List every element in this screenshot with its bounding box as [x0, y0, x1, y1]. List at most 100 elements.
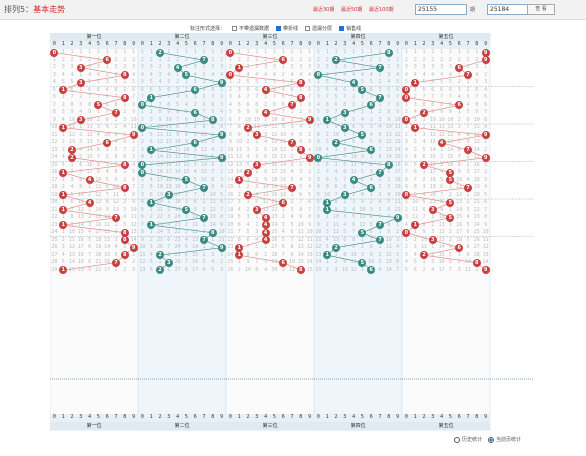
- omission-cell: 7: [378, 146, 382, 153]
- draw-ball: 8: [472, 258, 481, 267]
- omission-cell: 11: [438, 124, 445, 130]
- stat-mode-radio-1[interactable]: [488, 436, 495, 443]
- omission-cell: 4: [378, 199, 382, 205]
- omission-cell: 17: [473, 169, 480, 175]
- omission-cell: 8: [387, 221, 391, 228]
- omission-cell: 14: [86, 146, 93, 153]
- option-checkbox-3[interactable]: [339, 26, 345, 31]
- option-label-1: 带折线: [283, 26, 299, 32]
- footer-digit: 0: [226, 414, 235, 422]
- omission-cell: 3: [360, 154, 364, 160]
- omission-cell: 2: [290, 116, 294, 123]
- option-checkbox-1[interactable]: [276, 26, 282, 31]
- omission-cell: 11: [200, 139, 207, 145]
- omission-cell: 8: [325, 176, 329, 183]
- omission-cell: 1: [378, 101, 382, 108]
- omission-cell: 1: [246, 49, 250, 55]
- omission-cell: 11: [95, 184, 102, 190]
- omission-cell: 2: [466, 56, 470, 63]
- omission-cell: 12: [306, 244, 313, 250]
- omission-cell: 6: [431, 86, 435, 93]
- omission-cell: 3: [193, 131, 197, 138]
- omission-cell: 5: [316, 109, 320, 115]
- stat-mode: 历史统计 当前页统计: [448, 436, 521, 443]
- omission-cell: 2: [484, 146, 488, 153]
- omission-cell: 13: [271, 139, 278, 145]
- omission-cell: 4: [123, 124, 127, 130]
- omission-cell: 14: [394, 146, 401, 153]
- omission-cell: 4: [184, 101, 188, 108]
- omission-cell: 4: [264, 71, 268, 78]
- omission-cell: 3: [167, 214, 171, 220]
- omission-cell: 6: [484, 101, 488, 108]
- omission-cell: 4: [360, 161, 364, 168]
- omission-cell: 3: [343, 146, 347, 153]
- footer-digit: 2: [243, 414, 253, 422]
- omission-cell: 3: [132, 266, 136, 273]
- omission-cell: 3: [378, 86, 382, 93]
- footer-digit: 3: [164, 414, 174, 422]
- omission-cell: 7: [96, 154, 100, 160]
- footer-digit: 4: [437, 414, 446, 422]
- omission-cell: 17: [394, 169, 401, 175]
- omission-cell: 9: [422, 229, 426, 235]
- omission-cell: 4: [105, 169, 109, 175]
- option-checkbox-2[interactable]: [305, 26, 311, 31]
- omission-cell: 3: [404, 64, 408, 70]
- omission-cell: 2: [105, 154, 109, 160]
- omission-cell: 4: [387, 79, 391, 85]
- omission-cell: 12: [112, 199, 119, 205]
- omission-cell: 1: [255, 169, 259, 175]
- omission-cell: 3: [422, 184, 426, 190]
- recent-50-link[interactable]: 最近50期: [341, 6, 362, 13]
- omission-cell: 1: [369, 109, 373, 115]
- omission-cell: 2: [88, 214, 92, 220]
- omission-cell: 11: [359, 214, 366, 220]
- omission-cell: 2: [88, 56, 92, 63]
- range-start-input[interactable]: 25155: [415, 4, 467, 15]
- footer-digit: 0: [138, 414, 147, 422]
- omission-cell: 7: [264, 161, 268, 168]
- omission-cell: 11: [332, 221, 339, 228]
- omission-cell: 19: [394, 184, 401, 190]
- recent-30-link[interactable]: 最近30期: [313, 6, 334, 13]
- omission-cell: 7: [211, 169, 215, 175]
- omission-cell: 9: [132, 199, 136, 205]
- draw-ball: 4: [85, 176, 94, 185]
- omission-cell: 12: [473, 131, 480, 138]
- omission-cell: 10: [429, 116, 436, 123]
- omission-cell: 4: [132, 161, 136, 168]
- omission-cell: 2: [308, 169, 312, 175]
- omission-cell: 16: [51, 169, 58, 175]
- omission-cell: 1: [352, 184, 356, 190]
- omission-cell: 11: [192, 221, 199, 228]
- omission-cell: 5: [484, 94, 488, 100]
- recent-100-link[interactable]: 最近100期: [369, 6, 394, 13]
- omission-cell: 6: [96, 146, 100, 153]
- omission-cell: 9: [176, 131, 180, 138]
- omission-cell: 3: [290, 124, 294, 130]
- footer-digit: 3: [340, 414, 350, 422]
- omission-cell: 24: [473, 221, 480, 228]
- omission-cell: 7: [466, 236, 470, 243]
- draw-ball: 4: [173, 63, 182, 72]
- query-button[interactable]: 查 看: [527, 4, 555, 15]
- omission-cell: 7: [448, 94, 452, 100]
- header-digit: 2: [243, 41, 253, 49]
- omission-cell: 16: [95, 221, 102, 228]
- stat-mode-radio-0[interactable]: [454, 436, 460, 443]
- omission-cell: 2: [325, 56, 329, 63]
- header-digit: 7: [111, 41, 121, 49]
- omission-cell: 2: [140, 56, 144, 63]
- omission-cell: 5: [70, 79, 74, 85]
- omission-cell: 9: [184, 139, 188, 145]
- omission-cell: 7: [457, 154, 461, 160]
- option-checkbox-0[interactable]: [232, 26, 238, 31]
- omission-cell: 5: [264, 146, 268, 153]
- omission-cell: 1: [413, 131, 417, 138]
- omission-cell: 8: [88, 259, 92, 265]
- header-digit: 8: [120, 41, 130, 49]
- omission-cell: 5: [123, 131, 127, 138]
- omission-cell: 17: [51, 176, 58, 183]
- omission-cell: 2: [457, 259, 461, 265]
